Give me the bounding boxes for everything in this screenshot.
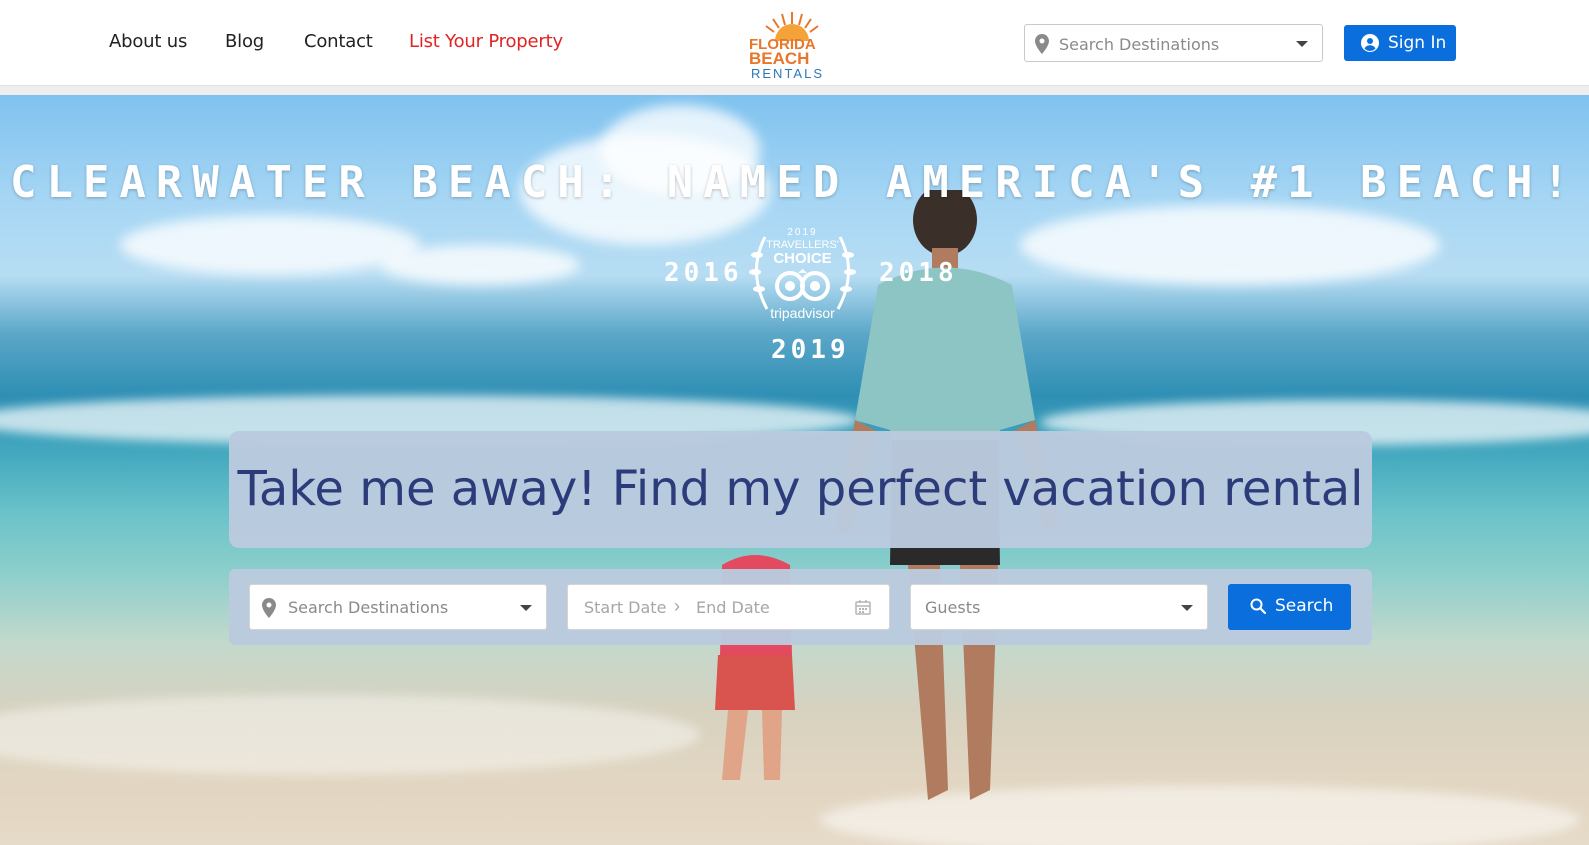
cloud xyxy=(120,215,420,275)
award-year: 2018 xyxy=(879,258,958,288)
tripadvisor-badge: 2019 TRAVELLERS' CHOICE tripadvisor xyxy=(745,217,860,327)
nav-about-us[interactable]: About us xyxy=(109,31,187,52)
end-date-placeholder: End Date xyxy=(696,598,770,617)
destination-select[interactable]: Search Destinations xyxy=(249,584,547,630)
surf-foam xyxy=(0,695,700,775)
logo-text-rentals: RENTALS xyxy=(751,66,824,81)
chevron-down-icon xyxy=(1181,605,1193,611)
header-divider xyxy=(0,86,1589,95)
nav-contact[interactable]: Contact xyxy=(304,31,373,52)
hero-banner: CLEARWATER BEACH: NAMED AMERICA'S #1 BEA… xyxy=(0,95,1589,845)
award-year: 2016 xyxy=(664,258,743,288)
search-button-label: Search xyxy=(1275,596,1334,616)
cloud xyxy=(1020,205,1440,285)
chevron-right-icon: › xyxy=(674,596,680,616)
award-year: 2019 xyxy=(771,335,850,365)
tagline-panel: Take me away! Find my perfect vacation r… xyxy=(229,431,1372,548)
map-pin-icon xyxy=(262,598,276,618)
nav-blog[interactable]: Blog xyxy=(225,31,264,52)
badge-year: 2019 xyxy=(787,227,818,238)
site-logo[interactable]: FLORIDA BEACH RENTALS xyxy=(745,8,840,81)
calendar-icon xyxy=(855,600,871,615)
owl-eyes-icon xyxy=(775,269,830,301)
badge-tripadvisor: tripadvisor xyxy=(770,305,835,321)
rental-search-form: Search Destinations Start Date › End Dat… xyxy=(229,569,1372,645)
start-date-placeholder: Start Date xyxy=(584,598,667,617)
search-icon xyxy=(1250,598,1266,614)
header-destination-select[interactable]: Search Destinations xyxy=(1024,24,1323,62)
search-button[interactable]: Search xyxy=(1228,584,1351,630)
sign-in-button[interactable]: Sign In xyxy=(1344,25,1456,61)
destination-placeholder: Search Destinations xyxy=(288,598,449,617)
chevron-down-icon xyxy=(1296,41,1308,47)
guests-select[interactable]: Guests xyxy=(910,584,1208,630)
site-header: About us Blog Contact List Your Property… xyxy=(0,0,1589,86)
chevron-down-icon xyxy=(520,605,532,611)
map-pin-icon xyxy=(1035,34,1049,54)
user-circle-icon xyxy=(1361,34,1379,52)
cloud xyxy=(380,245,580,285)
nav-list-your-property[interactable]: List Your Property xyxy=(409,31,563,52)
guests-placeholder: Guests xyxy=(925,598,981,617)
header-destination-placeholder: Search Destinations xyxy=(1059,35,1220,54)
hero-headline: CLEARWATER BEACH: NAMED AMERICA'S #1 BEA… xyxy=(9,157,1580,208)
date-range-picker[interactable]: Start Date › End Date xyxy=(567,584,890,630)
sign-in-label: Sign In xyxy=(1388,33,1447,53)
badge-choice: CHOICE xyxy=(773,250,832,267)
hero-tagline: Take me away! Find my perfect vacation r… xyxy=(237,461,1364,517)
